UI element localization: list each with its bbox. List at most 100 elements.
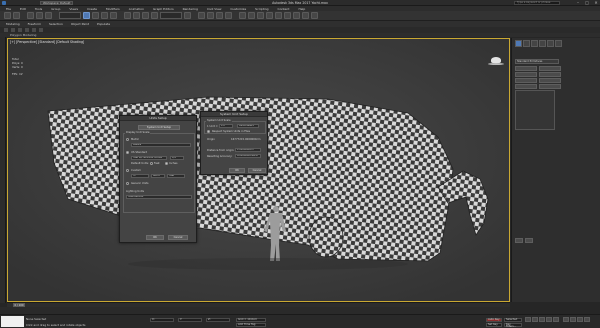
name-and-color-panel[interactable] xyxy=(515,90,555,130)
render-icon[interactable] xyxy=(311,12,318,19)
modify-tab-icon[interactable] xyxy=(523,40,530,47)
go-to-start-icon[interactable] xyxy=(525,317,531,322)
custom-value-field[interactable]: 660.0 xyxy=(151,174,165,178)
custom-name-field[interactable]: FL xyxy=(131,174,149,178)
menu-group[interactable]: Group xyxy=(51,7,60,11)
tube-button[interactable] xyxy=(515,84,537,89)
menu-civil-view[interactable]: Civil View xyxy=(207,7,221,11)
orbit-icon[interactable] xyxy=(577,317,583,322)
next-frame-icon[interactable] xyxy=(546,317,552,322)
motion-tab-icon[interactable] xyxy=(539,40,546,47)
spinner-snap-icon[interactable] xyxy=(225,12,232,19)
pivot-center-icon[interactable] xyxy=(184,12,191,19)
menu-rendering[interactable]: Rendering xyxy=(183,7,198,11)
tab-modeling[interactable]: Modeling xyxy=(6,22,20,26)
undo-icon[interactable] xyxy=(4,12,11,19)
us-standard-dropdown[interactable]: Feet w/Fractional Inches xyxy=(131,156,167,160)
snaps-toggle-icon[interactable] xyxy=(198,12,205,19)
ribbon-tool-icon[interactable] xyxy=(32,28,36,32)
torus-button[interactable] xyxy=(539,84,561,89)
selection-filter-dropdown[interactable] xyxy=(59,12,81,19)
menu-content[interactable]: Content xyxy=(278,7,290,11)
menu-help[interactable]: Help xyxy=(298,7,305,11)
align-icon[interactable] xyxy=(248,12,255,19)
viewport-label-menu[interactable]: [+] [Perspective] [Standard] [Default Sh… xyxy=(10,40,84,44)
polygon-modeling-bar[interactable]: Polygon Modeling xyxy=(0,33,600,37)
units-ok-button[interactable]: OK xyxy=(146,235,164,240)
system-cancel-button[interactable]: Cancel xyxy=(248,168,266,173)
box-button[interactable] xyxy=(539,66,561,71)
angle-snap-icon[interactable] xyxy=(207,12,214,19)
material-editor-icon[interactable] xyxy=(284,12,291,19)
viewcube-icon[interactable] xyxy=(488,57,504,65)
show-end-result-icon[interactable] xyxy=(525,238,533,243)
menu-views[interactable]: Views xyxy=(69,7,78,11)
set-key-button[interactable]: Set Key xyxy=(486,323,502,327)
key-filters-button[interactable]: Key Filters... xyxy=(504,323,522,328)
curve-editor-icon[interactable] xyxy=(266,12,273,19)
us-standard-radio[interactable] xyxy=(126,151,129,154)
menu-animation[interactable]: Animation xyxy=(129,7,144,11)
metric-dropdown[interactable]: Meters xyxy=(131,143,191,147)
maximize-viewport-icon[interactable] xyxy=(584,317,590,322)
ribbon-tool-icon[interactable] xyxy=(39,28,43,32)
percent-snap-icon[interactable] xyxy=(216,12,223,19)
bind-space-warp-icon[interactable] xyxy=(45,12,52,19)
display-tab-icon[interactable] xyxy=(547,40,554,47)
unit-scale-dropdown[interactable]: Centimeters xyxy=(237,124,259,128)
menu-customize[interactable]: Customize xyxy=(230,7,246,11)
move-icon[interactable] xyxy=(124,12,131,19)
pin-stack-icon[interactable] xyxy=(515,238,523,243)
reference-coordinate-dropdown[interactable] xyxy=(160,12,182,19)
sphere-button[interactable] xyxy=(539,72,561,77)
render-setup-icon[interactable] xyxy=(293,12,300,19)
respect-system-units-checkbox[interactable] xyxy=(207,130,210,133)
geosphere-button[interactable] xyxy=(515,78,537,83)
custom-unit-dropdown[interactable]: Feet xyxy=(167,174,185,178)
menu-tools[interactable]: Tools xyxy=(35,7,42,11)
unlink-icon[interactable] xyxy=(36,12,43,19)
x-coordinate-field[interactable]: X: xyxy=(150,318,174,322)
tab-object-paint[interactable]: Object Paint xyxy=(71,22,89,26)
ribbon-tool-icon[interactable] xyxy=(18,28,22,32)
selection-region-icon[interactable] xyxy=(101,12,108,19)
y-coordinate-field[interactable]: Y: xyxy=(178,318,202,322)
metric-radio[interactable] xyxy=(126,138,129,141)
redo-icon[interactable] xyxy=(13,12,20,19)
menu-edit[interactable]: Edit xyxy=(20,7,26,11)
perspective-viewport[interactable]: [+] [Perspective] [Standard] [Default Sh… xyxy=(7,38,510,302)
system-ok-button[interactable]: OK xyxy=(229,168,245,173)
generic-units-radio[interactable] xyxy=(126,182,129,185)
render-frame-icon[interactable] xyxy=(302,12,309,19)
ribbon-tool-icon[interactable] xyxy=(25,28,29,32)
schematic-view-icon[interactable] xyxy=(275,12,282,19)
unit-scale-field[interactable]: 1.0 xyxy=(219,124,233,128)
search-input[interactable]: Type a keyword or phrase xyxy=(514,1,560,5)
utilities-tab-icon[interactable] xyxy=(555,40,562,47)
tab-freeform[interactable]: Freeform xyxy=(28,22,41,26)
hierarchy-tab-icon[interactable] xyxy=(531,40,538,47)
key-mode-dropdown[interactable]: Selected xyxy=(504,318,522,322)
lighting-units-dropdown[interactable]: International xyxy=(126,195,192,199)
units-cancel-button[interactable]: Cancel xyxy=(168,235,188,240)
fraction-dropdown[interactable]: 1/8 xyxy=(170,156,184,160)
place-icon[interactable] xyxy=(151,12,158,19)
select-object-icon[interactable] xyxy=(83,12,90,19)
play-icon[interactable] xyxy=(539,317,545,322)
tab-selection[interactable]: Selection xyxy=(49,22,63,26)
zoom-icon[interactable] xyxy=(563,317,569,322)
inches-radio[interactable] xyxy=(165,162,168,165)
select-by-name-icon[interactable] xyxy=(92,12,99,19)
feet-radio[interactable] xyxy=(150,162,153,165)
menu-modifiers[interactable]: Modifiers xyxy=(106,7,120,11)
custom-radio[interactable] xyxy=(126,169,129,172)
primitive-type-dropdown[interactable]: Standard Primitives xyxy=(515,59,559,64)
cylinder-button[interactable] xyxy=(539,78,561,83)
go-to-end-icon[interactable] xyxy=(553,317,559,322)
pan-icon[interactable] xyxy=(570,317,576,322)
ribbon-tool-icon[interactable] xyxy=(4,28,8,32)
add-time-tag-button[interactable]: Add Time Tag xyxy=(236,323,266,327)
create-tab-icon[interactable] xyxy=(515,40,522,47)
cone-button[interactable] xyxy=(515,72,537,77)
layer-explorer-icon[interactable] xyxy=(257,12,264,19)
